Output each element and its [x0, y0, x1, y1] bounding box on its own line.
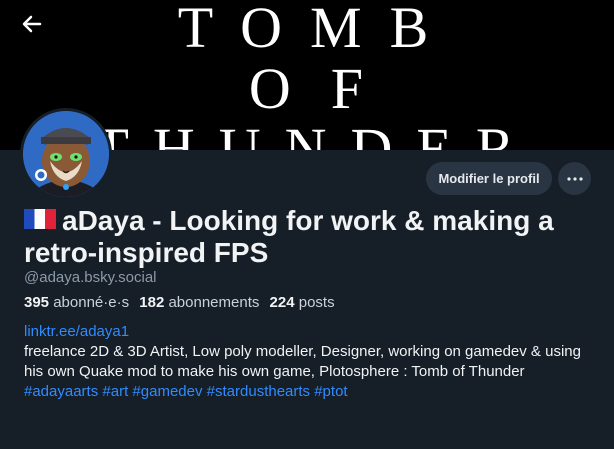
arrow-left-icon: [22, 15, 42, 33]
hashtag-link[interactable]: #art: [102, 383, 128, 400]
display-name: aDaya - Looking for work & making a retr…: [24, 205, 554, 268]
profile-bio: linktr.ee/adaya1 freelance 2D & 3D Artis…: [24, 322, 594, 402]
followers-stat[interactable]: 395 abonné·e·s: [24, 294, 129, 311]
followers-count: 395: [24, 294, 50, 311]
posts-label: posts: [298, 294, 335, 311]
hashtag-link[interactable]: #stardusthearts: [207, 383, 310, 400]
following-label: abonnements: [168, 294, 260, 311]
banner-title-line-2: OF: [248, 56, 404, 121]
display-name-block: aDaya - Looking for work & making a retr…: [24, 205, 604, 269]
avatar[interactable]: [20, 108, 112, 200]
hashtag-link[interactable]: #gamedev: [132, 383, 202, 400]
posts-count: 224: [269, 294, 295, 311]
profile-stats: 395 abonné·e·s 182 abonnements 224 posts: [24, 294, 341, 311]
bio-hashtags: #adayaarts #art #gamedev #stardusthearts…: [24, 382, 594, 402]
banner-title-line-1: TOMB: [177, 0, 457, 60]
hashtag-link[interactable]: #adayaarts: [24, 383, 98, 400]
back-button[interactable]: [18, 10, 46, 38]
avatar-image: [23, 111, 109, 197]
following-count: 182: [139, 294, 165, 311]
more-options-button[interactable]: [558, 162, 591, 195]
edit-profile-button[interactable]: Modifier le profil: [426, 162, 552, 195]
bio-text: freelance 2D & 3D Artist, Low poly model…: [24, 343, 581, 380]
posts-stat: 224 posts: [270, 294, 335, 311]
bio-link[interactable]: linktr.ee/adaya1: [24, 323, 129, 340]
user-handle: @adaya.bsky.social: [24, 269, 157, 286]
hashtag-link[interactable]: #ptot: [314, 383, 347, 400]
following-stat[interactable]: 182 abonnements: [139, 294, 259, 311]
french-flag-icon: [24, 209, 56, 229]
followers-label: abonné·e·s: [53, 294, 130, 311]
ellipsis-icon: [566, 176, 583, 181]
